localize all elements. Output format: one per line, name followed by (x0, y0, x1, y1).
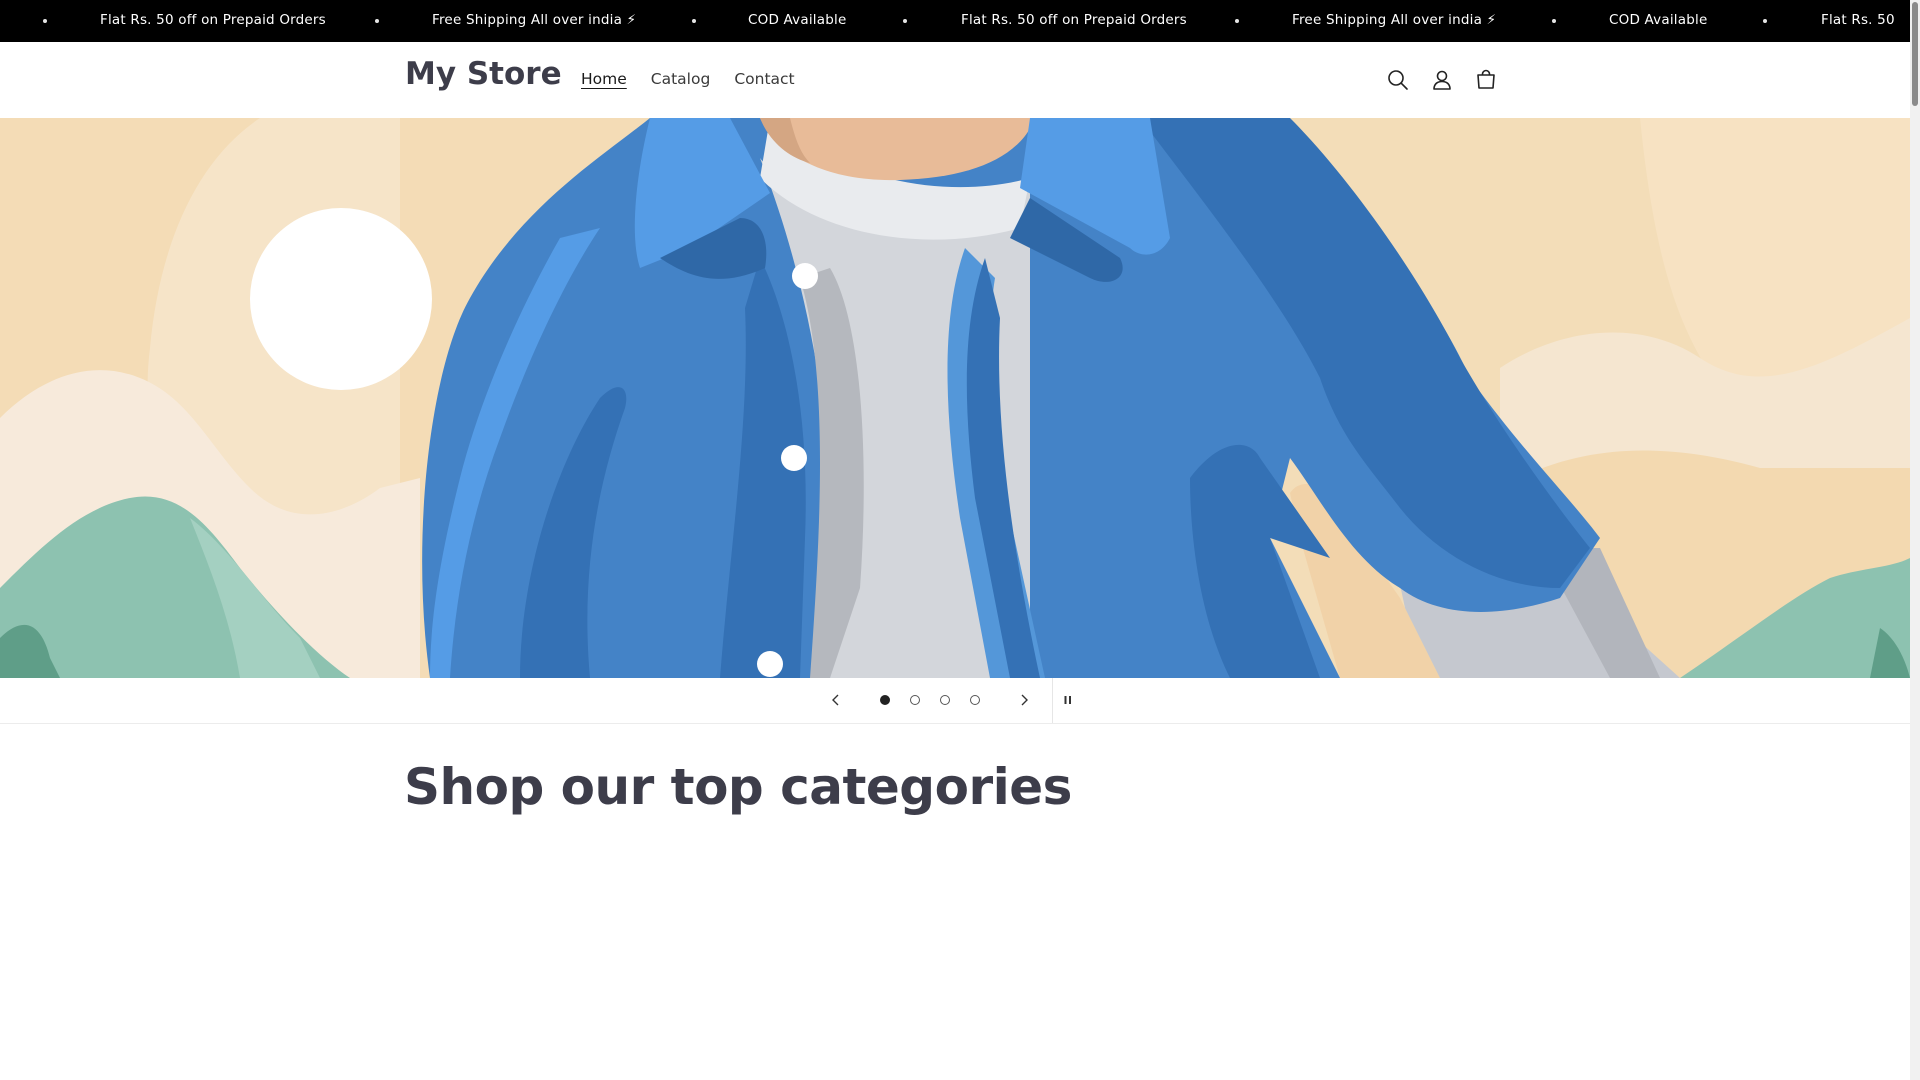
hero-banner[interactable] (0, 118, 1910, 678)
nav-contact[interactable]: Contact (734, 70, 794, 88)
next-icon[interactable] (1013, 689, 1035, 711)
controls-divider (1052, 678, 1053, 723)
search-icon[interactable] (1385, 67, 1411, 93)
separator-dot (43, 19, 47, 23)
pause-icon[interactable] (1057, 689, 1079, 711)
previous-icon[interactable] (825, 689, 847, 711)
slide-dot-4[interactable] (970, 695, 980, 705)
site-header: My Store Home Catalog Contact (0, 42, 1910, 119)
hero-illustration (0, 118, 1910, 678)
scrollbar-thumb[interactable] (1912, 2, 1918, 106)
header-icons (1385, 67, 1517, 93)
announcement-bar: Flat Rs. 50 off on Prepaid Orders Free S… (0, 0, 1910, 42)
slide-dot-2[interactable] (910, 695, 920, 705)
nav-home[interactable]: Home (581, 70, 627, 88)
page: Flat Rs. 50 off on Prepaid Orders Free S… (0, 0, 1910, 1080)
announcement-message: Flat Rs. 50 (1821, 12, 1895, 28)
slide-dot-3[interactable] (940, 695, 950, 705)
cart-icon[interactable] (1473, 67, 1499, 93)
section-title: Shop our top categories (404, 758, 1072, 816)
separator-dot (1763, 19, 1767, 23)
store-logo[interactable]: My Store (405, 56, 562, 92)
announcement-message: Free Shipping All over india ⚡ (1292, 12, 1497, 28)
nav-catalog[interactable]: Catalog (651, 70, 711, 88)
separator-dot (1552, 19, 1556, 23)
separator-dot (903, 19, 907, 23)
account-icon[interactable] (1429, 67, 1455, 93)
slide-dot-1[interactable] (880, 695, 890, 705)
announcement-message: Flat Rs. 50 off on Prepaid Orders (100, 12, 326, 28)
separator-dot (692, 19, 696, 23)
main-nav: Home Catalog Contact (581, 70, 819, 88)
announcement-message: COD Available (748, 12, 847, 28)
scrollbar[interactable] (1910, 0, 1920, 1080)
slideshow-controls (0, 678, 1910, 724)
announcement-message: Free Shipping All over india ⚡ (432, 12, 637, 28)
announcement-message: Flat Rs. 50 off on Prepaid Orders (961, 12, 1187, 28)
announcement-message: COD Available (1609, 12, 1708, 28)
separator-dot (1235, 19, 1239, 23)
separator-dot (375, 19, 379, 23)
